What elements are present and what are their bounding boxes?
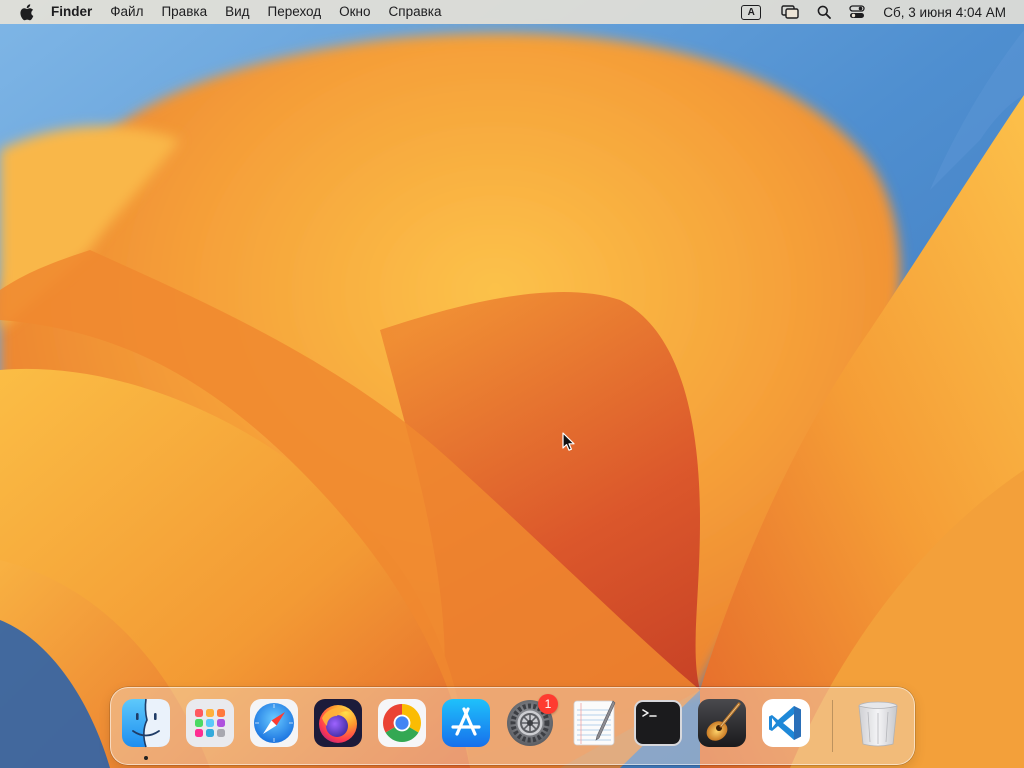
menu-clock[interactable]: Сб, 3 июня 4:04 AM: [883, 5, 1006, 20]
menu-app-name[interactable]: Finder: [51, 0, 101, 24]
dock-chrome[interactable]: [377, 698, 427, 748]
dock-system-settings[interactable]: 1: [505, 694, 558, 748]
apple-icon[interactable]: [19, 3, 35, 21]
trash-icon: [858, 701, 898, 747]
dock-safari[interactable]: [249, 698, 299, 748]
dock-garageband[interactable]: [697, 698, 747, 748]
control-center-icon[interactable]: [849, 0, 865, 24]
finder-icon: [122, 698, 170, 748]
menu-window[interactable]: Окно: [330, 0, 379, 24]
mouse-pointer-icon: [562, 432, 575, 451]
terminal-icon: [634, 700, 682, 746]
running-indicator: [144, 756, 148, 760]
dock: 1: [110, 687, 915, 765]
dock-textedit[interactable]: [569, 698, 619, 748]
desktop-wallpaper: [0, 0, 1024, 768]
dock-app-store[interactable]: [441, 698, 491, 748]
app-store-icon: [442, 699, 490, 747]
menu-help[interactable]: Справка: [380, 0, 451, 24]
menu-file[interactable]: Файл: [101, 0, 152, 24]
dock-separator: [832, 700, 833, 752]
menu-bar: Finder Файл Правка Вид Переход Окно Спра…: [0, 0, 1024, 24]
menu-edit[interactable]: Правка: [152, 0, 216, 24]
input-source-label: A: [741, 4, 762, 20]
search-icon[interactable]: [817, 0, 832, 24]
safari-icon: [250, 699, 298, 747]
dock-firefox[interactable]: [313, 698, 363, 748]
menu-go[interactable]: Переход: [259, 0, 331, 24]
screen-mirroring-icon[interactable]: [781, 0, 799, 24]
input-source-icon[interactable]: A: [741, 0, 762, 24]
garageband-icon: [698, 699, 746, 747]
notification-badge: 1: [538, 694, 558, 714]
dock-launchpad[interactable]: [185, 698, 235, 748]
chrome-icon: [378, 699, 426, 747]
dock-terminal[interactable]: [633, 698, 683, 748]
dock-finder[interactable]: [121, 698, 171, 760]
launchpad-icon: [186, 699, 234, 747]
firefox-icon: [314, 699, 362, 747]
vscode-icon: [762, 699, 810, 747]
menu-view[interactable]: Вид: [216, 0, 258, 24]
dock-trash[interactable]: [853, 698, 903, 748]
dock-vscode[interactable]: [761, 698, 811, 748]
textedit-icon: [573, 700, 616, 746]
